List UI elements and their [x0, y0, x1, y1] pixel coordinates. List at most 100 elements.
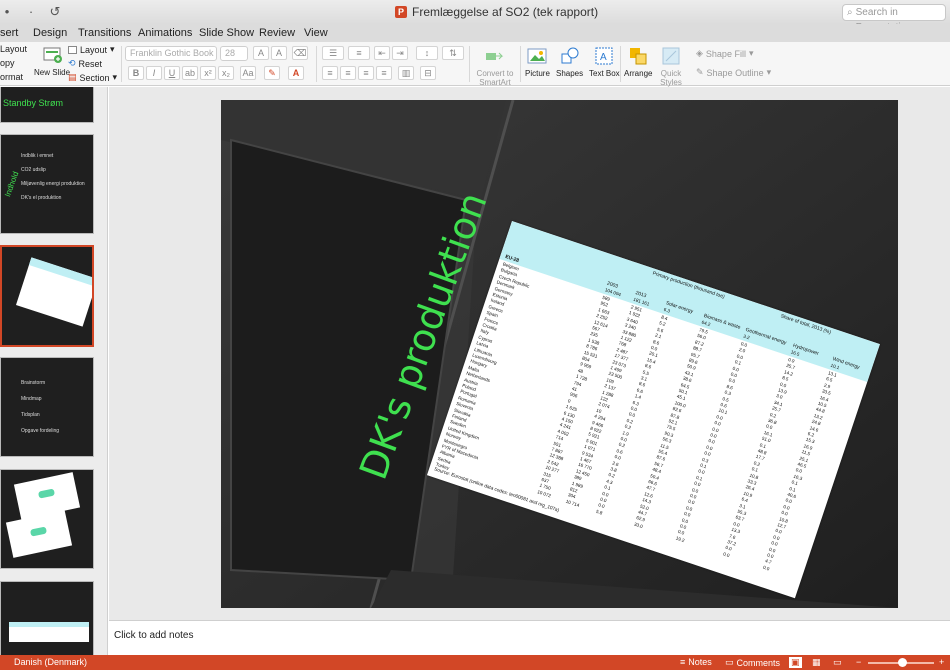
increase-font-icon[interactable]: A — [253, 46, 269, 60]
align-text-icon[interactable]: ⊟ — [420, 66, 436, 80]
tab-transitions[interactable]: Transitions — [78, 27, 131, 39]
font-name-field[interactable]: Franklin Gothic Book — [125, 46, 217, 61]
justify-icon[interactable]: ≡ — [376, 66, 392, 80]
thumbnail-line: Mindmap — [21, 396, 42, 402]
ribbon-divider — [316, 46, 317, 82]
bullets-icon[interactable]: ☰ — [322, 46, 344, 60]
customize-icon[interactable]: • — [0, 4, 14, 20]
decrease-indent-icon[interactable]: ⇤ — [374, 46, 390, 60]
underline-icon[interactable]: U — [164, 66, 180, 80]
align-center-icon[interactable]: ≡ — [340, 66, 356, 80]
redo-icon[interactable]: ↺ — [48, 4, 62, 20]
numbering-icon[interactable]: ≡ — [348, 46, 370, 60]
tab-animations[interactable]: Animations — [138, 27, 192, 39]
new-slide-icon — [43, 47, 62, 63]
layout-button[interactable]: Layout ▾ — [68, 44, 115, 55]
thumbnail-mindmap — [5, 510, 73, 558]
slide-thumbnail[interactable]: Standby Strøm — [0, 87, 94, 123]
subscript-icon[interactable]: x₂ — [218, 66, 234, 80]
slide-thumbnail[interactable]: Indhold Indblik i emnet CO2 udslip Miljø… — [0, 134, 94, 234]
ribbon-divider — [620, 46, 621, 82]
language-indicator[interactable]: Danish (Denmark) — [14, 657, 87, 667]
align-right-icon[interactable]: ≡ — [358, 66, 374, 80]
ribbon-divider — [520, 46, 521, 82]
superscript-icon[interactable]: x² — [200, 66, 216, 80]
more-icon[interactable]: · — [24, 4, 38, 20]
clear-format-icon[interactable]: ⌫ — [292, 46, 308, 60]
convert-to-smartart-button[interactable]: Convert to SmartArt — [475, 45, 515, 87]
columns-icon[interactable]: ▥ — [398, 66, 414, 80]
current-slide[interactable]: DK's produktion Primary production (thou… — [221, 100, 898, 608]
picture-button[interactable]: Picture — [525, 45, 550, 78]
smartart-icon — [486, 52, 504, 60]
normal-view-icon[interactable]: ▣ — [789, 657, 802, 668]
text-box-button[interactable]: A Text Box — [589, 45, 620, 78]
slide-thumbnail[interactable] — [0, 581, 94, 655]
font-size-field[interactable]: 28 — [220, 46, 248, 61]
decrease-font-icon[interactable]: A — [271, 46, 287, 60]
ribbon-tabs: sert Design Transitions Animations Slide… — [0, 24, 950, 42]
document-title: Fremlæggelse af SO2 (tek rapport) — [412, 5, 599, 19]
text-direction-icon[interactable]: ⇅ — [442, 46, 464, 60]
arrange-button[interactable]: Arrange — [624, 45, 652, 78]
strikethrough-icon[interactable]: ab — [182, 66, 198, 80]
thumbnail-line: Brainstorm — [21, 380, 46, 386]
format-painter-button[interactable]: ormat — [0, 72, 23, 82]
change-case-icon[interactable]: Aa — [240, 66, 256, 80]
zoom-slider-handle[interactable] — [898, 658, 907, 667]
slide-thumbnail-selected[interactable] — [0, 245, 94, 347]
shape-fill-button[interactable]: ◈ Shape Fill ▾ — [696, 48, 753, 59]
layout-button-clipped[interactable]: Layout — [0, 44, 27, 54]
align-left-icon[interactable]: ≡ — [322, 66, 338, 80]
notes-pane[interactable]: Click to add notes — [109, 620, 950, 655]
reading-view-icon[interactable]: ▭ — [833, 657, 842, 668]
tab-review[interactable]: Review — [259, 27, 295, 39]
notes-toggle-button[interactable]: ≡ Notes — [680, 657, 712, 667]
increase-indent-icon[interactable]: ⇥ — [392, 46, 408, 60]
chevron-down-icon: ▾ — [748, 48, 754, 58]
zoom-in-icon[interactable]: + — [939, 657, 944, 667]
italic-icon[interactable]: I — [146, 66, 162, 80]
slide-thumbnail[interactable]: Brainstorm Mindmap Tidsplan Opgave forde… — [0, 357, 94, 457]
comments-toggle-button[interactable]: ▭ Comments — [725, 657, 780, 668]
tab-design[interactable]: Design — [33, 27, 67, 39]
thumbnail-line: DK's el produktion — [21, 195, 62, 201]
quick-styles-icon — [662, 47, 680, 65]
slide-thumbnail-pane[interactable]: Standby Strøm Indhold Indblik i emnet CO… — [0, 87, 108, 655]
ribbon: Layout opy ormat New Slide Layout ▾ ⟲ Re… — [0, 42, 950, 87]
new-slide-button[interactable]: New Slide — [34, 44, 70, 77]
slide-editing-area[interactable]: DK's produktion Primary production (thou… — [109, 87, 950, 620]
zoom-out-icon[interactable]: − — [856, 657, 861, 667]
search-icon: ⌕ — [847, 7, 853, 18]
title-bar: • · ↺ P Fremlæggelse af SO2 (tek rapport… — [0, 0, 950, 33]
search-input[interactable]: ⌕ Search in Presentation — [842, 4, 946, 33]
quick-styles-button[interactable]: Quick Styles — [658, 45, 684, 87]
slide-thumbnail[interactable] — [0, 469, 94, 569]
shape-outline-button[interactable]: ✎ Shape Outline ▾ — [696, 67, 771, 78]
highlight-icon[interactable]: ✎ — [264, 66, 280, 80]
table-cell: 10 — [595, 407, 603, 414]
reset-icon: ⟲ — [68, 58, 76, 68]
thumbnail-table — [9, 622, 89, 642]
table-cell: 0 — [567, 397, 572, 404]
chevron-down-icon: ▾ — [112, 72, 118, 82]
section-icon: ▤ — [68, 72, 77, 82]
reset-button[interactable]: ⟲ Reset — [68, 58, 102, 69]
slide-sorter-icon[interactable]: ▦ — [812, 657, 821, 668]
tab-view[interactable]: View — [304, 27, 328, 39]
bold-icon[interactable]: B — [128, 66, 144, 80]
chevron-down-icon: ▾ — [766, 67, 772, 77]
tab-insert[interactable]: sert — [0, 27, 18, 39]
window-title: P Fremlæggelse af SO2 (tek rapport) — [395, 5, 598, 19]
svg-text:A: A — [600, 52, 607, 63]
tab-slide-show[interactable]: Slide Show — [199, 27, 254, 39]
comments-icon: ▭ — [725, 657, 734, 667]
line-spacing-icon[interactable]: ↕ — [416, 46, 438, 60]
table-cell: 41 — [571, 385, 578, 393]
section-button[interactable]: ▤ Section ▾ — [68, 72, 117, 83]
shapes-button[interactable]: Shapes — [556, 45, 583, 78]
copy-button[interactable]: opy — [0, 58, 15, 68]
notes-icon: ≡ — [680, 657, 686, 667]
font-color-icon[interactable]: A — [288, 66, 304, 80]
arrange-icon — [630, 48, 647, 65]
